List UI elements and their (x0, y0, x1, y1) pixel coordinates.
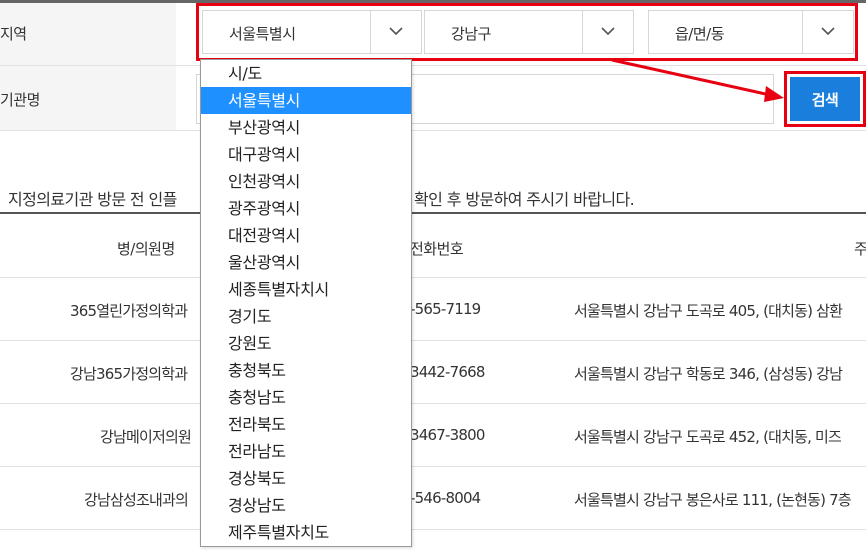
header-address: 주 (854, 240, 866, 258)
dropdown-option[interactable]: 경기도 (201, 303, 411, 330)
table-top-border (0, 212, 866, 214)
region-highlight-box (196, 3, 858, 61)
cell-phone: 3467-3800 (410, 426, 485, 444)
cell-phone: -565-7119 (410, 300, 481, 318)
name-label: 기관명 (0, 91, 40, 109)
cell-address: 서울특별시 강남구 도곡로 452, (대치동, 미즈 (574, 428, 842, 446)
dropdown-option[interactable]: 시/도 (201, 60, 411, 87)
form-row-divider (0, 65, 866, 66)
notice-text-right: 확인 후 방문하여 주시기 바랍니다. (414, 190, 635, 209)
dropdown-option[interactable]: 서울특별시 (201, 87, 411, 114)
sido-dropdown-list[interactable]: 시/도 서울특별시 부산광역시 대구광역시 인천광역시 광주광역시 대전광역시 울산광역시 세종… (200, 59, 412, 547)
dropdown-option[interactable]: 대구광역시 (201, 141, 411, 168)
cell-phone: -546-8004 (410, 489, 481, 507)
cell-address: 서울특별시 강남구 학동로 346, (삼성동) 강남 (574, 365, 843, 383)
table-row-divider (0, 277, 866, 278)
dropdown-option[interactable]: 전라북도 (201, 411, 411, 438)
table-row-divider (0, 403, 866, 404)
cell-phone: 3442-7668 (410, 363, 485, 381)
dropdown-option[interactable]: 세종특별자치시 (201, 276, 411, 303)
dropdown-option[interactable]: 제주특별자치도 (201, 519, 411, 546)
header-phone: 전화번호 (410, 240, 464, 258)
dropdown-option[interactable]: 광주광역시 (201, 195, 411, 222)
dropdown-option[interactable]: 인천광역시 (201, 168, 411, 195)
header-hospital-name: 병/의원명 (117, 240, 175, 258)
form-bottom-divider (0, 130, 866, 131)
cell-hospital-name: 강남메이저의원 (100, 428, 192, 446)
cell-address: 서울특별시 강남구 도곡로 405, (대치동) 삼환 (574, 302, 843, 320)
dropdown-option[interactable]: 부산광역시 (201, 114, 411, 141)
notice-text-left: 지정의료기관 방문 전 인플 (8, 190, 177, 209)
cell-hospital-name: 365열린가정의학과 (70, 302, 188, 320)
table-row-divider (0, 340, 866, 341)
cell-address: 서울특별시 강남구 봉은사로 111, (논현동) 7층 (574, 491, 852, 509)
region-label: 지역 (0, 25, 27, 43)
dropdown-option[interactable]: 충청남도 (201, 384, 411, 411)
dropdown-option[interactable]: 경상남도 (201, 492, 411, 519)
dropdown-option[interactable]: 경상북도 (201, 465, 411, 492)
search-button[interactable]: 검색 (790, 77, 860, 121)
dropdown-option[interactable]: 대전광역시 (201, 222, 411, 249)
dropdown-option[interactable]: 강원도 (201, 330, 411, 357)
table-row-divider (0, 529, 866, 530)
cell-hospital-name: 강남365가정의학과 (70, 365, 188, 383)
cell-hospital-name: 강남삼성조내과의 (84, 491, 189, 509)
dropdown-option[interactable]: 울산광역시 (201, 249, 411, 276)
dropdown-option[interactable]: 전라남도 (201, 438, 411, 465)
dropdown-option[interactable]: 충청북도 (201, 357, 411, 384)
table-row-divider (0, 466, 866, 467)
search-highlight-box: 검색 (784, 71, 866, 127)
